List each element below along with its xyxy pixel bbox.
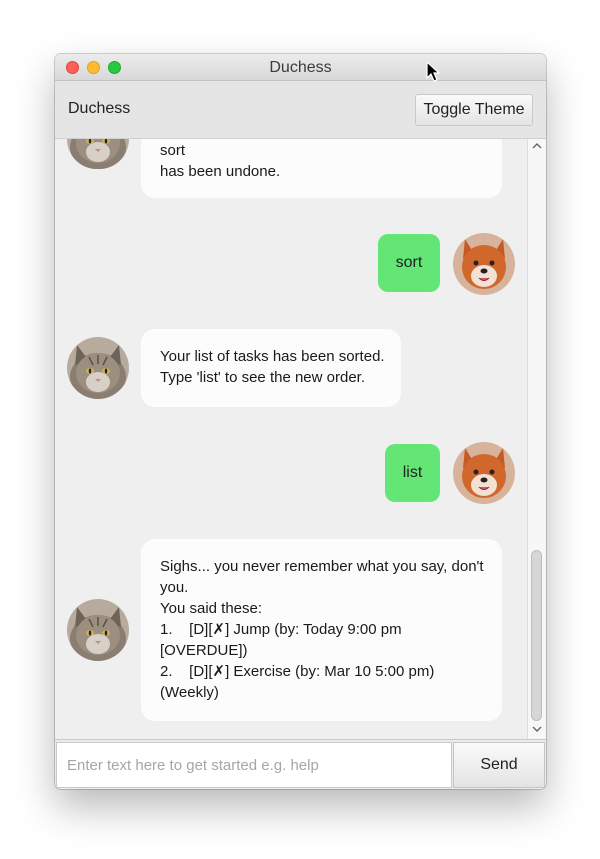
duchess-message: Your list of tasks has been sorted. Type… — [141, 329, 401, 407]
message-line: Your list of tasks has been sorted. — [160, 348, 385, 365]
scroll-down-arrow-icon[interactable] — [528, 725, 546, 736]
chat-scrollbar[interactable] — [527, 139, 546, 739]
message-input[interactable] — [56, 742, 452, 788]
app-window: Duchess Duchess Toggle Theme sort has be… — [55, 54, 546, 789]
message-line: (Weekly) — [160, 684, 219, 701]
message-line: Sighs... you never remember what you say… — [160, 558, 484, 575]
message-line: sort — [160, 142, 186, 159]
message-line: 2. [D][✗] Exercise (by: Mar 10 5:00 pm) — [160, 663, 435, 680]
user-message: list — [385, 444, 440, 502]
message-line: Type 'list' to see the new order. — [160, 369, 366, 386]
mouse-pointer-icon — [426, 61, 440, 82]
duchess-avatar-icon — [67, 139, 129, 169]
message-line: [OVERDUE]) — [160, 642, 248, 659]
user-avatar-icon — [453, 442, 515, 504]
message-line: You said these: — [160, 600, 263, 617]
toggle-theme-button[interactable]: Toggle Theme — [415, 94, 533, 126]
window-title: Duchess — [269, 59, 332, 76]
app-name-label: Duchess — [68, 100, 131, 117]
message-line: 1. [D][✗] Jump (by: Today 9:00 pm — [160, 621, 402, 638]
scroll-up-arrow-icon[interactable] — [528, 142, 546, 153]
input-bar: Send — [55, 739, 546, 789]
message-text: list — [402, 464, 423, 481]
title-bar: Duchess — [55, 54, 546, 81]
chat-area[interactable]: sort has been undone. sort Your list of … — [55, 139, 527, 739]
send-button[interactable]: Send — [453, 742, 545, 788]
message-text: sort — [395, 254, 423, 271]
duchess-avatar-icon — [67, 337, 129, 399]
message-line: has been undone. — [160, 163, 281, 180]
toolbar: Duchess Toggle Theme — [55, 81, 546, 139]
user-avatar-icon — [453, 233, 515, 295]
duchess-message: Sighs... you never remember what you say… — [141, 539, 502, 721]
user-message: sort — [378, 234, 440, 292]
duchess-avatar-icon — [67, 599, 129, 661]
duchess-message: sort has been undone. — [141, 139, 502, 198]
scroll-thumb[interactable] — [531, 550, 542, 721]
message-line: you. — [160, 579, 189, 596]
